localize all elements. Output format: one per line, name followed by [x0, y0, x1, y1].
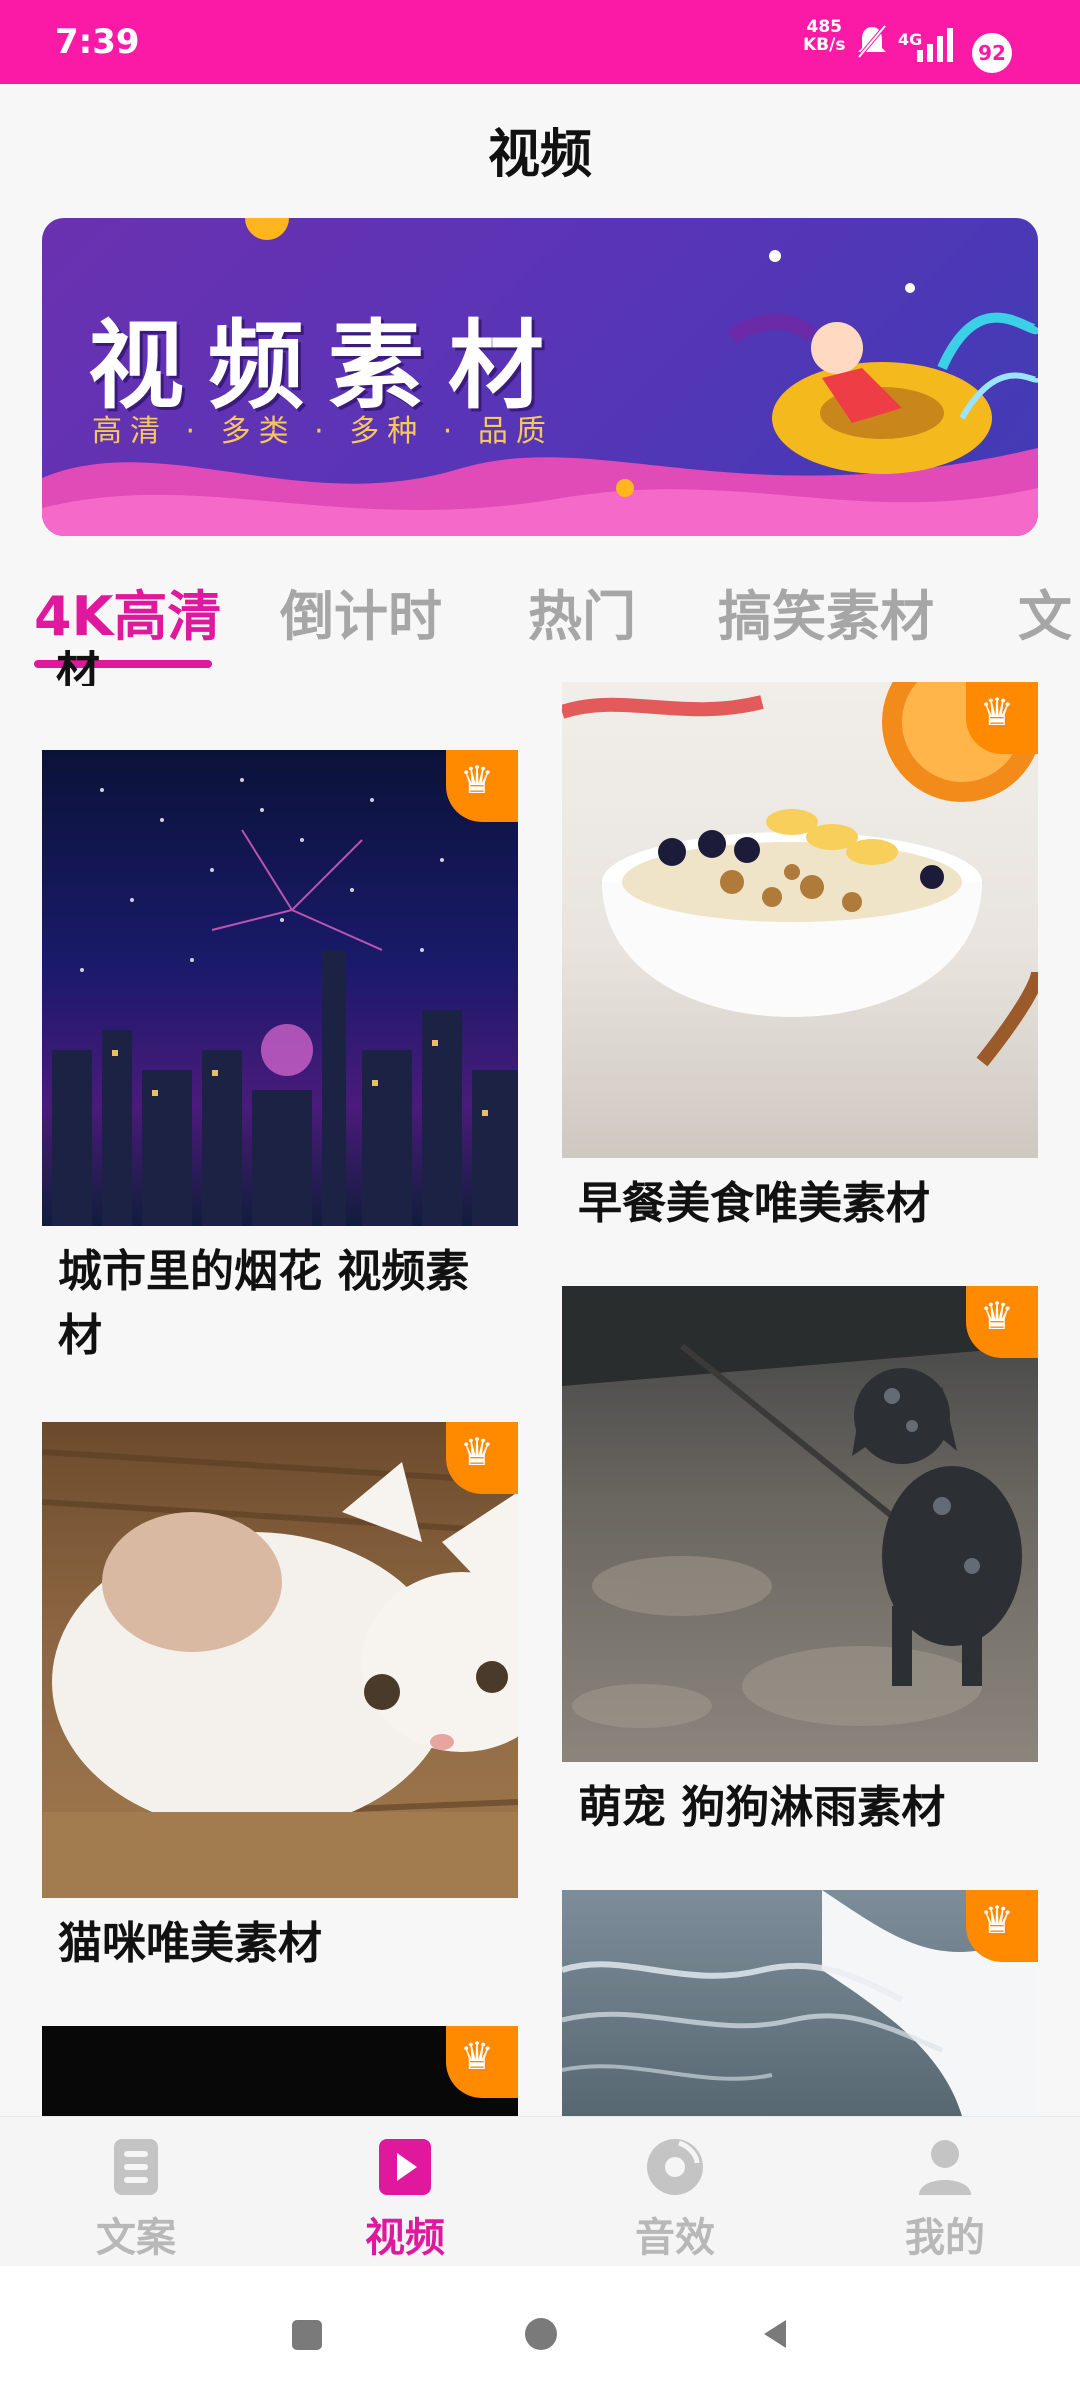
card-title: 猫咪唯美素材: [58, 1918, 322, 1969]
status-time: 7:39: [55, 22, 140, 62]
crown-icon: ♛: [460, 1430, 495, 1474]
dog-thumbnail: ♛: [562, 1286, 1038, 1762]
crown-icon: ♛: [980, 1898, 1015, 1942]
nav-copywriting[interactable]: 文案: [56, 2137, 216, 2263]
document-icon: [114, 2139, 158, 2195]
nav-label: 我的: [905, 2215, 985, 2261]
kitten-thumbnail: ♛: [42, 1422, 518, 1898]
banner-subtitle: 高清 · 多类 · 多种 · 品质: [92, 414, 554, 449]
fireworks-thumbnail: ♛: [42, 750, 518, 1226]
nav-video[interactable]: 视频: [325, 2137, 485, 2263]
signal-icon: [917, 28, 953, 62]
music-disc-icon: [647, 2139, 703, 2195]
vip-badge: ♛: [446, 750, 518, 822]
vip-badge: ♛: [446, 1422, 518, 1494]
kitten-image: [42, 1449, 518, 1898]
fireworks-image: [52, 778, 518, 1226]
nav-label: 音效: [635, 2215, 715, 2261]
vip-badge: ♛: [966, 1890, 1038, 1962]
video-card[interactable]: ♛ 萌宠 狗狗淋雨素材: [562, 1286, 1038, 1846]
video-card[interactable]: ♛: [562, 1890, 1038, 2116]
mute-bell-icon: [857, 24, 887, 59]
tab-funny[interactable]: 搞笑素材: [718, 572, 934, 651]
network-speed: 485 KB/s: [803, 18, 845, 54]
crown-icon: ♛: [980, 1294, 1015, 1338]
bottom-navigation: 文案 视频 音效 我的: [0, 2116, 1080, 2267]
breakfast-thumbnail: ♛: [562, 682, 1038, 1158]
network-speed-unit: KB/s: [803, 35, 846, 55]
nav-label: 文案: [96, 2215, 176, 2261]
tab-4k[interactable]: 4K高清: [34, 572, 221, 651]
category-tabs: 4K高清 倒计时 热门 搞笑素材 文: [0, 560, 1080, 680]
card-title: 城市里的烟花 视频素材: [58, 1246, 470, 1361]
vip-badge: ♛: [446, 2026, 518, 2098]
video-play-icon: [379, 2139, 431, 2195]
back-button[interactable]: [760, 2318, 788, 2350]
crown-icon: ♛: [460, 758, 495, 802]
status-bar: 7:39 485 KB/s 4G 92: [0, 0, 1080, 84]
waves-thumbnail: ♛: [562, 1890, 1038, 2116]
home-button[interactable]: [525, 2318, 557, 2350]
system-navigation-bar: [0, 2266, 1080, 2400]
crown-icon: ♛: [460, 2034, 495, 2078]
recent-apps-button[interactable]: [292, 2320, 322, 2350]
crown-icon: ♛: [980, 690, 1015, 734]
person-icon: [919, 2140, 971, 2195]
promo-banner[interactable]: 视频素材 高清 · 多类 · 多种 · 品质: [42, 218, 1038, 536]
page-title: 视频: [487, 125, 592, 185]
nav-mine[interactable]: 我的: [865, 2137, 1025, 2263]
tab-copywriting[interactable]: 文: [1018, 572, 1072, 651]
clipped-label: 材: [56, 650, 100, 686]
tab-countdown[interactable]: 倒计时: [280, 572, 442, 651]
dark-thumbnail: ♛: [42, 2026, 518, 2116]
nav-label: 视频: [365, 2215, 445, 2261]
card-title: 早餐美食唯美素材: [578, 1178, 930, 1229]
video-card[interactable]: ♛: [42, 2026, 518, 2116]
video-card[interactable]: ♛ 城市里的烟花 视频素材: [42, 750, 518, 1370]
video-card[interactable]: ♛ 猫咪唯美素材: [42, 1422, 518, 1982]
breakfast-image: [562, 682, 1038, 1067]
network-speed-value: 485: [806, 17, 842, 37]
nav-sound[interactable]: 音效: [595, 2137, 755, 2263]
battery-indicator: 92: [972, 33, 1012, 73]
tab-hot[interactable]: 热门: [528, 572, 636, 651]
vip-badge: ♛: [966, 682, 1038, 754]
vip-badge: ♛: [966, 1286, 1038, 1358]
dog-image: [562, 1286, 1038, 1728]
previous-item-title-clipped: 材: [56, 650, 100, 686]
card-title: 萌宠 狗狗淋雨素材: [578, 1782, 946, 1833]
video-card[interactable]: ♛ 早餐美食唯美素材: [562, 682, 1038, 1242]
